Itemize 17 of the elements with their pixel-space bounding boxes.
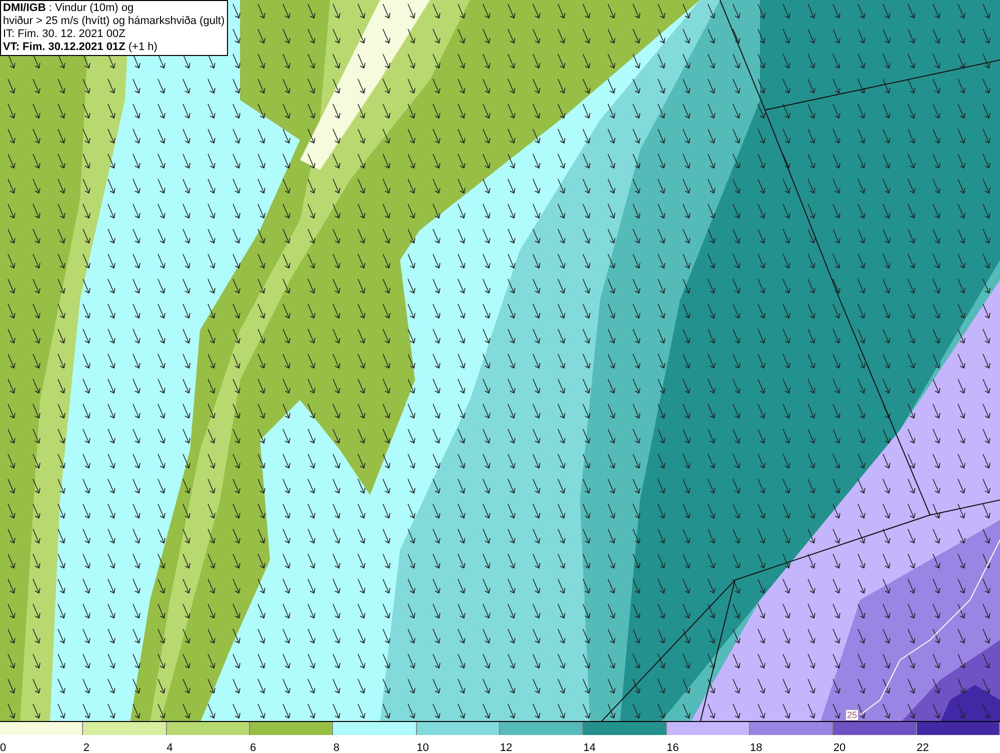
title-line: VT: Fim. 30.12.2021 01Z (+1 h) [3,41,158,54]
title-line: hviður > 25 m/s (hvítt) og hámarkshviða (gult) [3,15,225,28]
legend-label: 8 [333,742,340,753]
legend-label: 20 [833,742,846,753]
legend-label: 12 [500,742,512,753]
legend-label: 16 [666,742,679,753]
title-line: DMI/IGB : Vindur (10m) og [3,2,135,15]
legend-label: 22 [916,742,929,753]
legend-label: 2 [83,742,90,753]
legend-label: 4 [166,742,173,753]
legend-label: 14 [583,742,596,753]
legend-label: 6 [250,742,256,753]
legend-label: 0 [0,742,6,753]
legend-label: 10 [416,742,429,753]
contour-label: 25 [846,710,858,720]
title-line: IT: Fim. 30. 12. 2021 00Z [3,28,126,41]
legend-label: 18 [750,742,762,753]
